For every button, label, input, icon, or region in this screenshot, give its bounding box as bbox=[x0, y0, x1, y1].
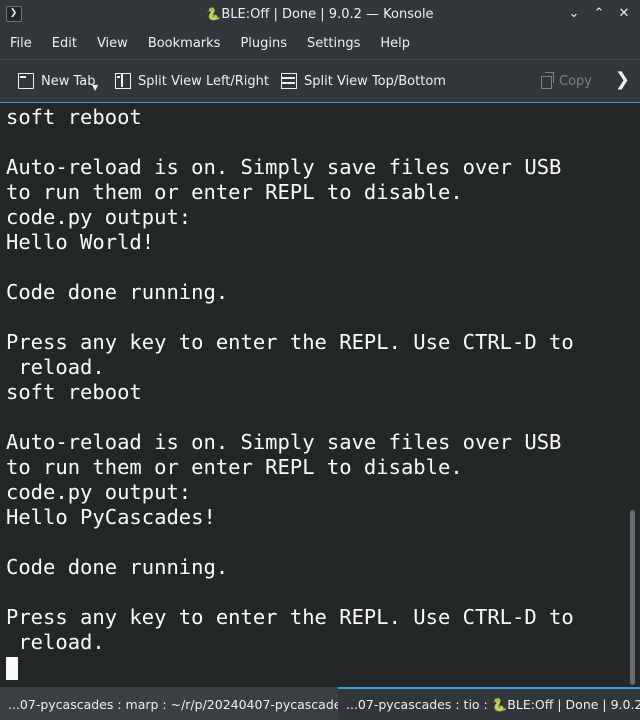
menu-help[interactable]: Help bbox=[370, 29, 420, 58]
new-tab-icon bbox=[18, 73, 34, 89]
tab-bar: ...07-pycascades : marp : ~/r/p/20240407… bbox=[0, 687, 640, 720]
terminal-line: code.py output: bbox=[6, 205, 192, 229]
menu-view[interactable]: View bbox=[87, 29, 138, 58]
copy-button[interactable]: Copy bbox=[541, 70, 592, 92]
window-title: 🐍BLE:Off | Done | 9.0.2 — Konsole bbox=[0, 6, 640, 23]
tab-marp[interactable]: ...07-pycascades : marp : ~/r/p/20240407… bbox=[0, 687, 338, 720]
minimize-button[interactable]: ⌄ bbox=[565, 5, 583, 23]
main-toolbar: New Tab ▼ Split View Left/Right Split Vi… bbox=[0, 59, 640, 103]
menu-plugins[interactable]: Plugins bbox=[230, 29, 297, 58]
konsole-window: ❯ 🐍BLE:Off | Done | 9.0.2 — Konsole ⌄ ⌃ … bbox=[0, 0, 640, 720]
terminal-line: soft reboot bbox=[6, 105, 142, 129]
window-title-text: BLE:Off | Done | 9.0.2 — Konsole bbox=[221, 7, 434, 22]
terminal-line: Hello PyCascades! bbox=[6, 505, 216, 529]
split-top-bottom-icon bbox=[281, 73, 297, 89]
chevron-up-icon: ⌃ bbox=[593, 6, 605, 21]
close-button[interactable]: ✕ bbox=[615, 5, 633, 23]
title-bar[interactable]: ❯ 🐍BLE:Off | Done | 9.0.2 — Konsole ⌄ ⌃ … bbox=[0, 0, 640, 29]
terminal-line: reload. bbox=[6, 630, 105, 654]
toolbar-overflow-chevron-icon[interactable]: ❯ bbox=[615, 71, 630, 89]
menu-file[interactable]: File bbox=[0, 29, 42, 58]
menu-edit[interactable]: Edit bbox=[42, 29, 87, 58]
terminal-line: Auto-reload is on. Simply save files ove… bbox=[6, 430, 562, 454]
terminal-line: Code done running. bbox=[6, 280, 229, 304]
close-icon: ✕ bbox=[618, 6, 630, 21]
terminal-line: Hello World! bbox=[6, 230, 155, 254]
chevron-down-icon: ⌄ bbox=[568, 6, 580, 21]
terminal-scrollbar[interactable] bbox=[626, 103, 640, 686]
terminal-line: soft reboot bbox=[6, 380, 142, 404]
new-tab-label: New Tab bbox=[41, 73, 96, 89]
terminal-cursor bbox=[6, 657, 18, 680]
terminal-line: Code done running. bbox=[6, 555, 229, 579]
terminal-output: soft reboot Auto-reload is on. Simply sav… bbox=[6, 105, 621, 655]
split-top-bottom-button[interactable]: Split View Top/Bottom bbox=[281, 70, 446, 92]
copy-label: Copy bbox=[559, 73, 592, 89]
terminal-line: Press any key to enter the REPL. Use CTR… bbox=[6, 605, 574, 629]
split-left-right-icon bbox=[115, 73, 131, 89]
terminal-line: reload. bbox=[6, 355, 105, 379]
split-left-right-label: Split View Left/Right bbox=[138, 73, 270, 89]
terminal-line: code.py output: bbox=[6, 480, 192, 504]
split-left-right-button[interactable]: Split View Left/Right bbox=[115, 70, 269, 92]
scrollbar-thumb[interactable] bbox=[630, 510, 635, 685]
terminal-line: to run them or enter REPL to disable. bbox=[6, 455, 463, 479]
terminal-line: to run them or enter REPL to disable. bbox=[6, 180, 463, 204]
split-top-bottom-label: Split View Top/Bottom bbox=[304, 73, 446, 89]
new-tab-button[interactable]: New Tab bbox=[18, 70, 96, 92]
python-icon: 🐍 bbox=[206, 7, 222, 21]
menu-bar: File Edit View Bookmarks Plugins Setting… bbox=[0, 29, 640, 58]
terminal-view[interactable]: soft reboot Auto-reload is on. Simply sav… bbox=[0, 102, 640, 687]
tab-tio[interactable]: ...07-pycascades : tio : 🐍BLE:Off | Done… bbox=[338, 687, 640, 720]
maximize-button[interactable]: ⌃ bbox=[590, 5, 608, 23]
terminal-line: Press any key to enter the REPL. Use CTR… bbox=[6, 330, 574, 354]
new-tab-dropdown-icon[interactable]: ▼ bbox=[92, 83, 98, 92]
terminal-line: Auto-reload is on. Simply save files ove… bbox=[6, 155, 562, 179]
menu-bookmarks[interactable]: Bookmarks bbox=[138, 29, 231, 58]
copy-icon bbox=[541, 72, 554, 89]
menu-settings[interactable]: Settings bbox=[297, 29, 370, 58]
